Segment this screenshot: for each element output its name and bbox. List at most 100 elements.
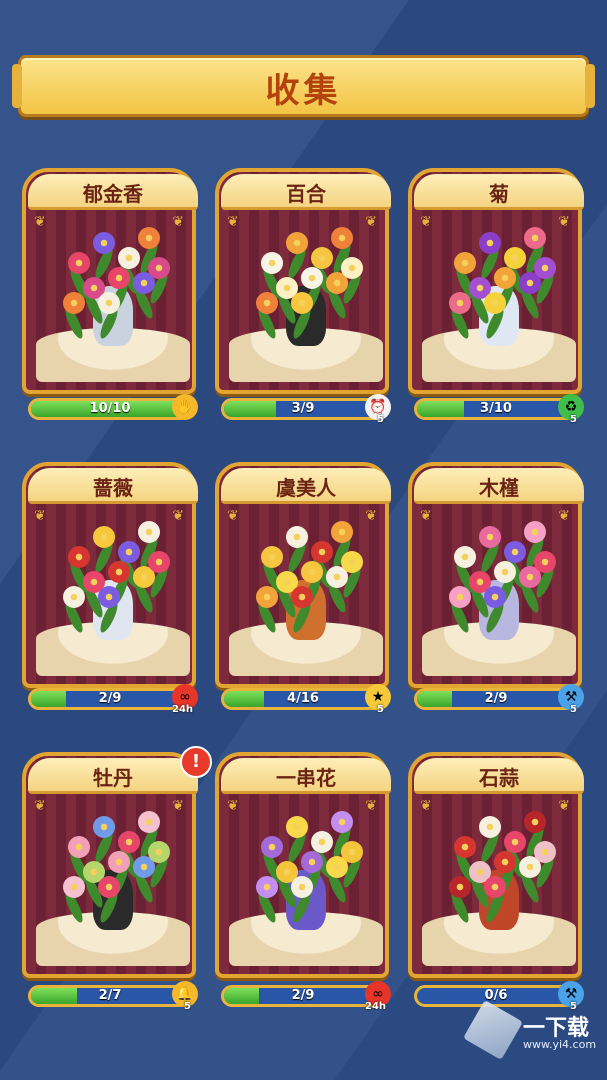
flower-bloom <box>98 292 120 314</box>
progress-text: 10/10 <box>89 401 131 416</box>
card-title-plate: 菊 <box>414 174 584 210</box>
flower-bloom <box>93 526 115 548</box>
flower-card[interactable]: 蔷薇 ❦ ❦ <box>22 462 198 690</box>
flower-name: 木槿 <box>479 476 519 500</box>
badge-count: 5 <box>570 704 577 715</box>
flower-bloom <box>494 267 516 289</box>
flower-bloom <box>479 526 501 548</box>
flower-bloom <box>534 257 556 279</box>
flower-bloom <box>494 561 516 583</box>
flower-bloom <box>454 252 476 274</box>
page-title: 收集 <box>265 71 342 111</box>
flower-bloom <box>93 816 115 838</box>
flower-bloom <box>108 851 130 873</box>
progress-text: 4/16 <box>287 691 319 706</box>
flower-card[interactable]: 石蒜 ❦ ❦ <box>408 752 584 980</box>
flower-card[interactable]: 郁金香 ❦ ❦ <box>22 168 198 396</box>
flower-name: 百合 <box>286 182 326 206</box>
flower-bloom <box>68 546 90 568</box>
progress-text: 3/9 <box>291 401 315 416</box>
flower-bloom <box>261 252 283 274</box>
flower-name: 郁金香 <box>83 182 143 206</box>
flower-bloom <box>148 551 170 573</box>
flower-bloom <box>484 586 506 608</box>
flower-bloom <box>494 851 516 873</box>
flower-bloom <box>63 292 85 314</box>
flower-bloom <box>256 586 278 608</box>
flower-bloom <box>484 292 506 314</box>
flower-card[interactable]: 菊 ❦ ❦ <box>408 168 584 396</box>
collection-progress-bar: 2/9 <box>221 985 385 1007</box>
badge-count: 5 <box>184 1001 191 1012</box>
flower-bloom <box>291 586 313 608</box>
flower-bloom <box>286 526 308 548</box>
flower-bloom <box>291 876 313 898</box>
flower-bloom <box>524 227 546 249</box>
flower-bloom <box>341 551 363 573</box>
ornament-icon: ❦ <box>420 214 432 230</box>
bouquet <box>434 796 564 925</box>
card-frame: 一串花 ❦ ❦ <box>215 752 391 978</box>
tap-gesture-icon[interactable]: ✋ <box>172 394 198 420</box>
flower-card[interactable]: 木槿 ❦ ❦ <box>408 462 584 690</box>
bouquet <box>241 212 371 341</box>
flower-bloom <box>479 232 501 254</box>
flower-bloom <box>479 816 501 838</box>
progress-text: 2/9 <box>484 691 508 706</box>
flower-name: 虞美人 <box>276 476 336 500</box>
flower-bloom <box>331 521 353 543</box>
flower-bloom <box>138 227 160 249</box>
badge-count: 5 <box>377 414 384 425</box>
flower-name: 牡丹 <box>93 766 133 790</box>
ornament-icon: ❦ <box>227 214 239 230</box>
card-frame: 石蒜 ❦ ❦ <box>408 752 584 978</box>
collection-progress-bar: 3/10 <box>414 398 578 420</box>
card-title-plate: 蔷薇 <box>28 468 198 504</box>
watermark-logo: 一下载 www.yi4.com <box>462 999 596 1061</box>
flower-card[interactable]: 一串花 ❦ ❦ <box>215 752 391 980</box>
badge-count: 24h <box>172 704 194 715</box>
flower-card[interactable]: 虞美人 ❦ ❦ <box>215 462 391 690</box>
ornament-icon: ❦ <box>34 214 46 230</box>
flower-bloom <box>98 876 120 898</box>
flower-bloom <box>301 851 323 873</box>
flower-bloom <box>98 586 120 608</box>
flower-bloom <box>504 541 526 563</box>
progress-text: 3/10 <box>480 401 512 416</box>
card-title-plate: 虞美人 <box>221 468 391 504</box>
flower-bloom <box>449 586 471 608</box>
bouquet <box>434 506 564 635</box>
flower-bloom <box>341 841 363 863</box>
flower-card[interactable]: 牡丹 ❦ ❦ ! <box>22 746 212 980</box>
card-title-plate: 木槿 <box>414 468 584 504</box>
card-frame: 郁金香 ❦ ❦ <box>22 168 198 394</box>
progress-text: 2/9 <box>98 691 122 706</box>
flower-name: 菊 <box>489 182 509 206</box>
flower-name: 一串花 <box>276 766 336 790</box>
collection-progress-bar: 0/6 <box>414 985 578 1007</box>
flower-name: 石蒜 <box>479 766 519 790</box>
flower-bloom <box>534 551 556 573</box>
flower-bloom <box>291 292 313 314</box>
flower-bloom <box>524 521 546 543</box>
flower-name: 蔷薇 <box>93 476 133 500</box>
flower-bloom <box>504 831 526 853</box>
collection-progress-bar: 10/10 <box>28 398 192 420</box>
flower-bloom <box>118 831 140 853</box>
progress-text: 0/6 <box>484 988 508 1003</box>
flower-bloom <box>454 836 476 858</box>
flower-bloom <box>68 836 90 858</box>
badge-count: 5 <box>377 704 384 715</box>
flower-bloom <box>454 546 476 568</box>
flower-bloom <box>138 811 160 833</box>
flower-card[interactable]: 百合 ❦ ❦ <box>215 168 391 396</box>
flower-bloom <box>524 811 546 833</box>
bouquet <box>241 506 371 635</box>
collection-progress-bar: 2/7 <box>28 985 192 1007</box>
alert-exclamation-icon: ! <box>180 746 212 778</box>
flower-bloom <box>68 252 90 274</box>
ornament-icon: ❦ <box>227 798 239 814</box>
flower-bloom <box>331 811 353 833</box>
ornament-icon: ❦ <box>34 508 46 524</box>
flower-bloom <box>118 541 140 563</box>
